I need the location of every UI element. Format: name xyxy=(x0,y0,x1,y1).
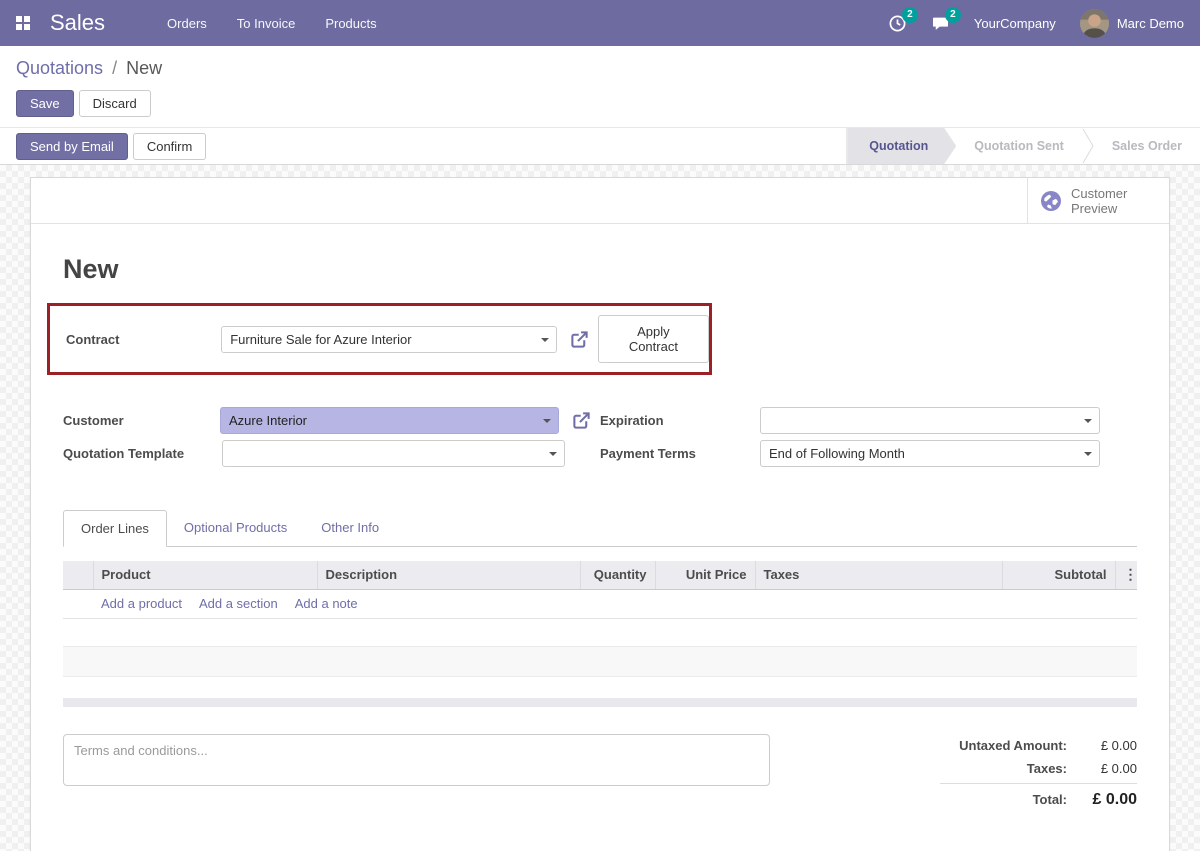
sheet-header-strip: Customer Preview xyxy=(31,178,1169,224)
quotation-template-select[interactable] xyxy=(222,440,565,467)
status-sales-order[interactable]: Sales Order xyxy=(1094,128,1200,164)
taxes-value: £ 0.00 xyxy=(1100,761,1137,776)
user-avatar xyxy=(1079,8,1109,38)
confirm-button[interactable]: Confirm xyxy=(132,132,207,160)
column-taxes: Taxes xyxy=(754,561,1002,590)
untaxed-amount-label: Untaxed Amount: xyxy=(959,738,1067,753)
add-a-section-link[interactable]: Add a section xyxy=(199,596,278,611)
total-label: Total: xyxy=(1032,792,1067,807)
status-separator-icon xyxy=(1082,128,1094,164)
statusbar: Quotation Quotation Sent Sales Order xyxy=(846,128,1200,164)
contract-label: Contract xyxy=(66,331,120,347)
column-quantity: Quantity xyxy=(579,561,655,590)
column-description: Description xyxy=(316,561,580,590)
messages-icon[interactable]: 2 xyxy=(931,6,961,33)
column-subtotal: Subtotal xyxy=(1001,561,1115,590)
column-unit-price: Unit Price xyxy=(654,561,755,590)
tab-optional-products[interactable]: Optional Products xyxy=(167,510,304,547)
customer-preview-button[interactable]: Customer Preview xyxy=(1027,178,1169,223)
control-panel: Quotations / New Save Discard xyxy=(0,46,1200,128)
customer-preview-label: Customer Preview xyxy=(1071,185,1128,216)
empty-row-striped xyxy=(63,645,1137,677)
column-product: Product xyxy=(92,561,317,590)
breadcrumb-quotations-link[interactable]: Quotations xyxy=(16,58,103,78)
apps-grid-icon[interactable] xyxy=(16,16,30,30)
dropdown-caret-icon xyxy=(1084,452,1092,456)
dropdown-caret-icon xyxy=(549,452,557,456)
left-field-group: Customer Azure Interior Quotation Templa… xyxy=(63,407,600,473)
breadcrumb-separator: / xyxy=(112,58,118,78)
globe-icon xyxy=(1040,190,1062,212)
apply-contract-button[interactable]: Apply Contract xyxy=(597,315,709,363)
breadcrumb: Quotations / New xyxy=(16,56,1184,80)
order-lines-table: Product Description Quantity Unit Price … xyxy=(63,561,1137,707)
table-footer-strip xyxy=(63,698,1137,707)
customer-external-link-icon[interactable] xyxy=(572,411,591,430)
dropdown-caret-icon xyxy=(1084,419,1092,423)
menu-products[interactable]: Products xyxy=(325,16,376,31)
form-background: Customer Preview New Contract Furniture … xyxy=(0,165,1200,851)
add-a-product-link[interactable]: Add a product xyxy=(101,596,182,611)
action-bar: Send by Email Confirm Quotation Quotatio… xyxy=(0,128,1200,165)
payment-terms-select[interactable]: End of Following Month xyxy=(760,440,1100,467)
total-value: £ 0.00 xyxy=(1092,791,1137,808)
empty-row xyxy=(63,618,1137,646)
payment-terms-label: Payment Terms xyxy=(600,446,696,461)
totals-panel: Untaxed Amount: £ 0.00 Taxes: £ 0.00 Tot… xyxy=(940,734,1137,813)
expiration-label: Expiration xyxy=(600,413,664,428)
app-title[interactable]: Sales xyxy=(50,10,105,36)
discard-button[interactable]: Discard xyxy=(78,90,151,117)
customer-label: Customer xyxy=(63,413,124,428)
tab-order-lines[interactable]: Order Lines xyxy=(63,510,167,547)
add-a-note-link[interactable]: Add a note xyxy=(295,596,358,611)
main-menu: Orders To Invoice Products xyxy=(167,16,377,31)
breadcrumb-current: New xyxy=(126,58,163,78)
menu-to-invoice[interactable]: To Invoice xyxy=(237,16,296,31)
dropdown-caret-icon xyxy=(540,337,549,342)
terms-and-conditions-input[interactable] xyxy=(63,734,770,786)
tab-other-info[interactable]: Other Info xyxy=(304,510,396,547)
contract-highlight-box: Contract Furniture Sale for Azure Interi… xyxy=(47,303,712,375)
contract-external-link-icon[interactable] xyxy=(570,330,589,349)
taxes-label: Taxes: xyxy=(1026,761,1067,776)
dropdown-caret-icon xyxy=(543,419,551,423)
company-name[interactable]: YourCompany xyxy=(974,16,1056,31)
customer-select[interactable]: Azure Interior xyxy=(219,407,559,434)
user-name: Marc Demo xyxy=(1116,15,1184,31)
untaxed-amount-value: £ 0.00 xyxy=(1100,738,1137,753)
user-menu[interactable]: Marc Demo xyxy=(1079,8,1184,38)
totals-divider xyxy=(940,783,1137,784)
send-by-email-button[interactable]: Send by Email xyxy=(16,132,128,160)
notebook-tabs: Order Lines Optional Products Other Info xyxy=(63,510,1137,547)
optional-columns-kebab-icon[interactable]: ⋮ xyxy=(1114,561,1137,590)
activity-clock-icon[interactable]: 2 xyxy=(888,6,918,33)
quotation-template-label: Quotation Template xyxy=(63,446,185,461)
activity-badge: 2 xyxy=(901,6,918,23)
messages-badge: 2 xyxy=(944,6,961,23)
handle-column-header xyxy=(63,561,93,590)
form-sheet: Customer Preview New Contract Furniture … xyxy=(30,177,1170,851)
empty-row xyxy=(63,676,1137,698)
menu-orders[interactable]: Orders xyxy=(167,16,207,31)
top-navbar: Sales Orders To Invoice Products 2 2 You… xyxy=(0,0,1200,46)
status-quotation[interactable]: Quotation xyxy=(847,128,956,164)
contract-select[interactable]: Furniture Sale for Azure Interior xyxy=(221,325,557,353)
right-field-group: Expiration Payment Terms End of Followin… xyxy=(600,407,1137,473)
record-title: New xyxy=(63,254,119,284)
expiration-select[interactable] xyxy=(760,407,1100,434)
save-button[interactable]: Save xyxy=(16,90,74,117)
status-quotation-sent[interactable]: Quotation Sent xyxy=(956,128,1082,164)
